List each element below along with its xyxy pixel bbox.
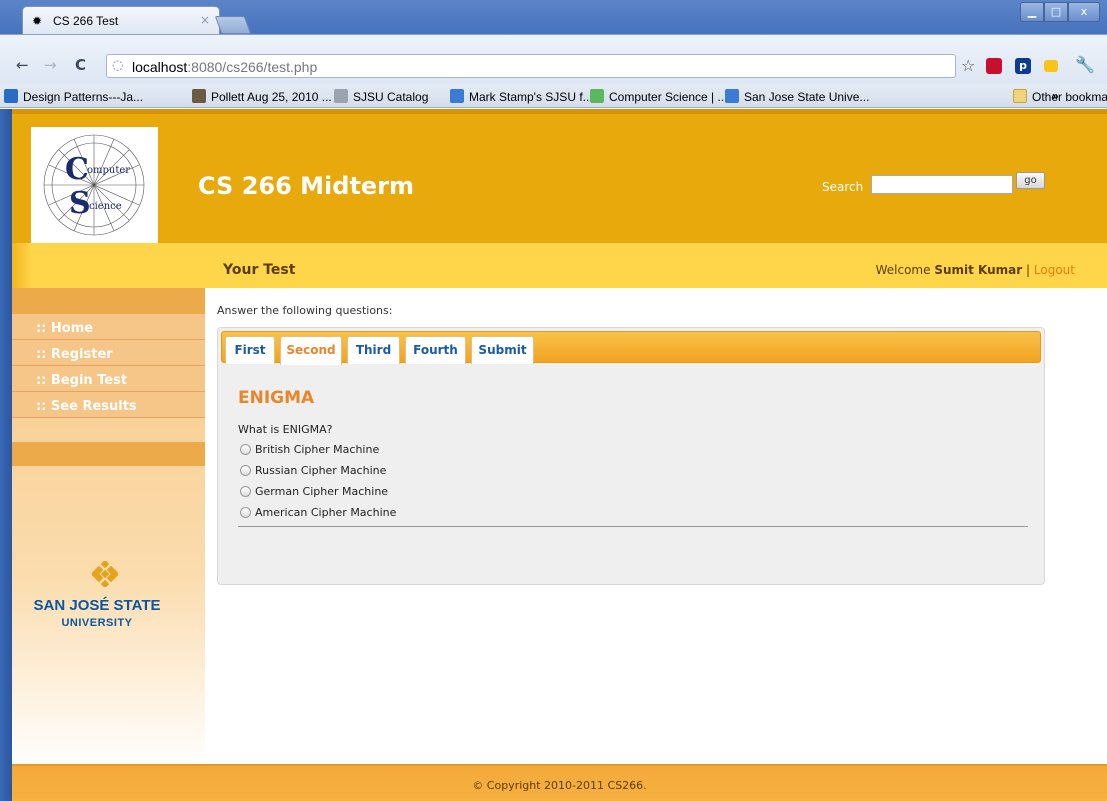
sidebar-item-home[interactable]: :: Home: [12, 314, 205, 340]
tab-fourth[interactable]: Fourth: [405, 336, 466, 364]
bookmark-favicon-icon: [334, 89, 348, 103]
welcome-separator: |: [1026, 263, 1031, 277]
option-label: American Cipher Machine: [255, 506, 397, 519]
browser-tab[interactable]: ✹ CS 266 Test ×: [22, 6, 220, 34]
tab-second[interactable]: Second: [280, 336, 342, 365]
bookmark-favicon-icon: [4, 89, 18, 103]
bookmark-item[interactable]: San Jose State Unive...: [725, 89, 869, 104]
wrench-menu-icon[interactable]: 🔧: [1075, 55, 1095, 74]
new-tab-button[interactable]: [214, 16, 252, 34]
option-german[interactable]: German Cipher Machine: [240, 485, 388, 498]
reload-icon[interactable]: C: [75, 56, 86, 74]
search-go-button[interactable]: go: [1016, 172, 1045, 189]
tab-close-icon[interactable]: ×: [200, 13, 210, 27]
back-arrow-icon[interactable]: ←: [16, 56, 29, 74]
tab-title: CS 266 Test: [53, 14, 119, 28]
site-footer: © Copyright 2010-2011 CS266.: [12, 764, 1107, 801]
option-label: German Cipher Machine: [255, 485, 389, 498]
sidebar: :: Home :: Register :: Begin Test :: See…: [12, 288, 205, 766]
extension-arrow-icon[interactable]: [1044, 60, 1058, 72]
window-close-button[interactable]: x: [1068, 2, 1100, 22]
copyright-text: © Copyright 2010-2011 CS266.: [472, 779, 647, 792]
sidebar-band: [12, 442, 205, 466]
radio-button[interactable]: [240, 507, 251, 518]
bug-icon: ✹: [32, 14, 43, 28]
bookmark-label: SJSU Catalog: [353, 90, 429, 104]
radio-button[interactable]: [240, 465, 251, 476]
radio-button[interactable]: [240, 486, 251, 497]
window-left-edge: [0, 109, 12, 801]
option-label: British Cipher Machine: [255, 443, 380, 456]
option-russian[interactable]: Russian Cipher Machine: [240, 464, 386, 477]
bookmark-item[interactable]: Pollett Aug 25, 2010 ...: [192, 89, 332, 104]
bookmark-label: Mark Stamp's SJSU f...: [469, 90, 593, 104]
other-bookmarks-label: Other bookmarks: [1032, 90, 1107, 104]
tab-third[interactable]: Third: [347, 336, 400, 364]
question-tabs: First Second Third Fourth Submit: [221, 331, 1041, 365]
forward-arrow-icon[interactable]: →: [44, 56, 57, 74]
extension-gift-icon[interactable]: [986, 58, 1002, 74]
bookmark-label: San Jose State Unive...: [744, 90, 870, 104]
site-header: C omputer S cience CS 266 Midterm Search…: [12, 109, 1107, 243]
bookmark-item[interactable]: SJSU Catalog: [334, 89, 428, 104]
option-label: Russian Cipher Machine: [255, 464, 387, 477]
address-bar[interactable]: ◌ localhost:8080/cs266/test.php: [106, 54, 956, 78]
bookmark-favicon-icon: [725, 89, 739, 103]
logout-link[interactable]: Logout: [1034, 263, 1075, 277]
user-name: Sumit Kumar: [934, 263, 1023, 277]
welcome-prefix: Welcome: [875, 263, 931, 277]
option-american[interactable]: American Cipher Machine: [240, 506, 396, 519]
question-panel: First Second Third Fourth Submit ENIGMA …: [217, 327, 1045, 585]
sidebar-top-band: [12, 288, 205, 314]
globe-icon: ◌: [112, 58, 124, 73]
url-path: :8080/cs266/test.php: [187, 59, 318, 75]
svg-text:omputer: omputer: [87, 165, 130, 176]
svg-text:cience: cience: [89, 201, 122, 212]
radio-button[interactable]: [240, 444, 251, 455]
sub-header-bar: Your Test Welcome Sumit Kumar | Logout: [12, 243, 1107, 288]
tab-submit[interactable]: Submit: [471, 336, 534, 364]
university-name: SAN JOSÉ STATE: [33, 597, 161, 614]
question-title: ENIGMA: [238, 388, 315, 408]
other-bookmarks[interactable]: Other bookmarks: [1013, 89, 1107, 104]
search-label: Search: [822, 180, 864, 194]
bookmark-item[interactable]: Mark Stamp's SJSU f...: [450, 89, 593, 104]
address-url[interactable]: localhost:8080/cs266/test.php: [132, 59, 317, 75]
bookmark-item[interactable]: Computer Science | ...: [590, 89, 728, 104]
svg-text:C: C: [65, 152, 89, 187]
bookmark-star-icon[interactable]: ☆: [961, 56, 975, 75]
sidebar-item-register[interactable]: :: Register: [12, 340, 205, 366]
sidebar-item-see-results[interactable]: :: See Results: [12, 392, 205, 418]
cs-logo: C omputer S cience: [31, 127, 158, 243]
sidebar-item-begin-test[interactable]: :: Begin Test: [12, 366, 205, 392]
window-minimize-button[interactable]: ▁: [1020, 2, 1044, 22]
tab-first[interactable]: First: [225, 336, 275, 364]
section-title: Your Test: [223, 262, 296, 278]
bookmark-favicon-icon: [192, 89, 206, 103]
intro-text: Answer the following questions:: [217, 304, 393, 317]
sjsu-logo-icon: [92, 561, 118, 587]
bookmark-label: Design Patterns---Ja...: [23, 90, 144, 104]
url-host: localhost: [132, 59, 188, 75]
folder-icon: [1013, 89, 1027, 103]
divider: [238, 526, 1028, 527]
bookmark-label: Pollett Aug 25, 2010 ...: [211, 90, 332, 104]
bookmark-item[interactable]: Design Patterns---Ja...: [4, 89, 143, 104]
page-title: CS 266 Midterm: [198, 172, 415, 200]
bookmark-favicon-icon: [450, 89, 464, 103]
search-input[interactable]: [871, 175, 1013, 194]
university-subtitle: UNIVERSITY: [61, 617, 133, 629]
extension-p-icon[interactable]: p: [1015, 58, 1031, 74]
svg-text:S: S: [69, 186, 91, 221]
bookmark-label: Computer Science | ...: [609, 90, 728, 104]
web-page: C omputer S cience CS 266 Midterm Search…: [12, 109, 1107, 801]
question-text: What is ENIGMA?: [238, 423, 333, 436]
window-maximize-button[interactable]: □: [1044, 2, 1068, 22]
option-british[interactable]: British Cipher Machine: [240, 443, 379, 456]
bookmark-favicon-icon: [590, 89, 604, 103]
welcome-message: Welcome Sumit Kumar | Logout: [876, 263, 1075, 277]
